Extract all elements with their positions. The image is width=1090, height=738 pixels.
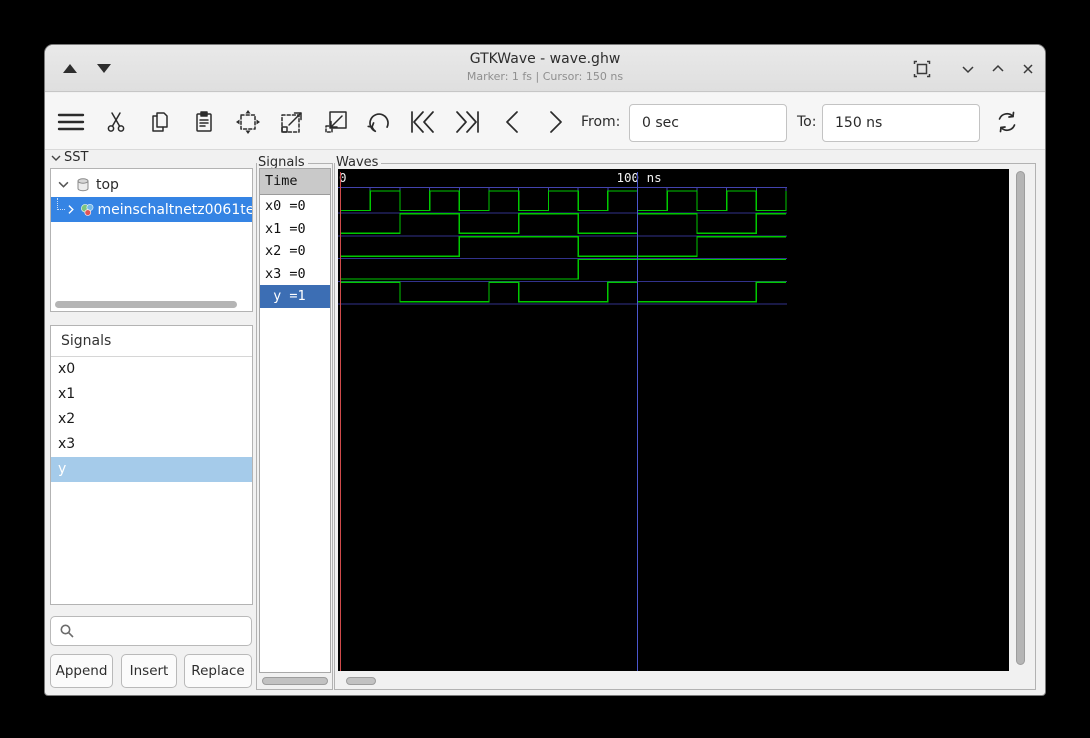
close-button[interactable] xyxy=(1017,58,1039,80)
tree-item-top[interactable]: top xyxy=(51,172,252,197)
gtkwave-window: GTKWave - wave.ghw Marker: 1 fs | Cursor… xyxy=(45,45,1045,695)
hamburger-menu-icon xyxy=(57,113,85,131)
signal-rows: x0 =0 x1 =0 x2 =0 x3 =0 y =1 xyxy=(260,195,330,308)
to-label: To: xyxy=(797,114,817,130)
signal-row[interactable]: y =1 xyxy=(260,285,330,308)
expander-down-icon xyxy=(58,181,69,188)
screen: { "window": { "title": "GTKWave - wave.g… xyxy=(0,0,1090,738)
chevron-right-icon xyxy=(550,111,562,133)
from-label: From: xyxy=(581,114,621,130)
expander-right-icon xyxy=(68,205,74,214)
reload-icon xyxy=(998,111,1016,133)
close-icon xyxy=(1023,64,1033,74)
reload-button[interactable] xyxy=(992,107,1022,137)
signal-browser-header: Signals xyxy=(51,326,252,357)
zoom-fit-icon xyxy=(236,110,260,134)
wave-canvas[interactable]: 0 100 ns xyxy=(338,169,1009,671)
insert-button-label: Insert xyxy=(129,663,169,679)
svg-text:100 ns: 100 ns xyxy=(617,170,662,185)
fast-forward-icon xyxy=(456,111,479,133)
append-button-label: Append xyxy=(55,663,108,679)
list-item[interactable]: x1 xyxy=(51,382,252,407)
replace-button-label: Replace xyxy=(191,663,245,679)
zoom-in-button[interactable] xyxy=(277,107,307,137)
to-time-input[interactable] xyxy=(822,104,980,142)
cylinder-icon xyxy=(77,177,89,191)
copy-icon xyxy=(152,112,168,132)
titlebar: GTKWave - wave.ghw Marker: 1 fs | Cursor… xyxy=(45,45,1045,92)
restore-icon xyxy=(913,60,931,78)
chevron-down-icon xyxy=(51,155,61,161)
signal-row[interactable]: x0 =0 xyxy=(260,195,330,218)
signal-list-items: x0 x1 x2 x3 y xyxy=(51,357,252,482)
zoom-out-icon xyxy=(325,111,347,133)
chevron-down-icon xyxy=(962,66,974,74)
waveform-display: 0 100 ns xyxy=(338,170,787,671)
waves-vertical-scrollbar-thumb[interactable] xyxy=(1016,171,1025,665)
search-input[interactable] xyxy=(75,617,251,645)
waves-horizontal-scrollbar[interactable] xyxy=(346,677,376,685)
list-item[interactable]: x3 xyxy=(51,432,252,457)
search-icon xyxy=(60,624,74,638)
signals-horizontal-scrollbar[interactable] xyxy=(262,677,328,685)
signal-search xyxy=(50,616,252,646)
copy-button[interactable] xyxy=(145,107,175,137)
tree-item-module[interactable]: meinschaltnetz0061testb xyxy=(51,197,252,222)
marker-cursor-status: Marker: 1 fs | Cursor: 150 ns xyxy=(466,70,624,83)
undo-arrow-icon xyxy=(367,113,389,133)
chevron-left-icon xyxy=(506,111,518,133)
go-to-end-button[interactable] xyxy=(452,107,482,137)
fast-backward-icon xyxy=(411,111,434,133)
signal-browser-panel: Signals x0 x1 x2 x3 y xyxy=(50,325,253,605)
time-header[interactable]: Time xyxy=(260,169,330,195)
tree-item-label: meinschaltnetz0061testb xyxy=(97,201,252,218)
paste-button[interactable] xyxy=(189,107,219,137)
zoom-in-icon xyxy=(281,112,302,133)
minimize-button[interactable] xyxy=(957,58,979,80)
maximize-button[interactable] xyxy=(987,58,1009,80)
replace-button[interactable]: Replace xyxy=(184,654,252,688)
insert-button[interactable]: Insert xyxy=(121,654,177,688)
waves-frame: Waves 0 100 ns xyxy=(334,155,1036,690)
list-item[interactable]: x0 xyxy=(51,357,252,382)
list-item[interactable]: x2 xyxy=(51,407,252,432)
undo-button[interactable] xyxy=(364,107,394,137)
signals-frame: Signals Time x0 =0 x1 =0 x2 =0 x3 =0 y =1 xyxy=(256,155,333,690)
cut-button[interactable] xyxy=(101,107,131,137)
tree-horizontal-scrollbar[interactable] xyxy=(55,301,237,308)
list-item[interactable]: y xyxy=(51,457,252,482)
signal-row[interactable]: x2 =0 xyxy=(260,240,330,263)
tree-item-label: top xyxy=(96,176,119,193)
scissors-icon xyxy=(107,112,125,132)
chevron-up-icon xyxy=(992,64,1004,72)
module-icon xyxy=(80,203,94,216)
sst-header-label: SST xyxy=(64,150,89,165)
prev-edge-button[interactable] xyxy=(497,107,527,137)
signal-row[interactable]: x1 =0 xyxy=(260,218,330,241)
waves-vertical-scrollbar[interactable] xyxy=(1014,170,1027,670)
zoom-fit-button[interactable] xyxy=(233,107,263,137)
sst-section-header[interactable]: SST xyxy=(51,150,88,165)
sst-tree-panel: top meinschaltnetz0061testb xyxy=(50,168,253,312)
append-button[interactable]: Append xyxy=(50,654,113,688)
signal-name-panel: Time x0 =0 x1 =0 x2 =0 x3 =0 y =1 xyxy=(259,168,331,673)
go-to-start-button[interactable] xyxy=(408,107,438,137)
from-time-input[interactable] xyxy=(629,104,787,142)
restore-window-button[interactable] xyxy=(911,58,933,80)
clipboard-paste-icon xyxy=(196,111,212,132)
toolbar: From: To: xyxy=(45,93,1045,150)
tree-branch-line xyxy=(57,197,65,210)
window-title: GTKWave - wave.ghw xyxy=(469,51,621,67)
menu-button[interactable] xyxy=(56,107,86,137)
next-edge-button[interactable] xyxy=(541,107,571,137)
signal-row[interactable]: x3 =0 xyxy=(260,263,330,286)
zoom-out-button[interactable] xyxy=(321,107,351,137)
